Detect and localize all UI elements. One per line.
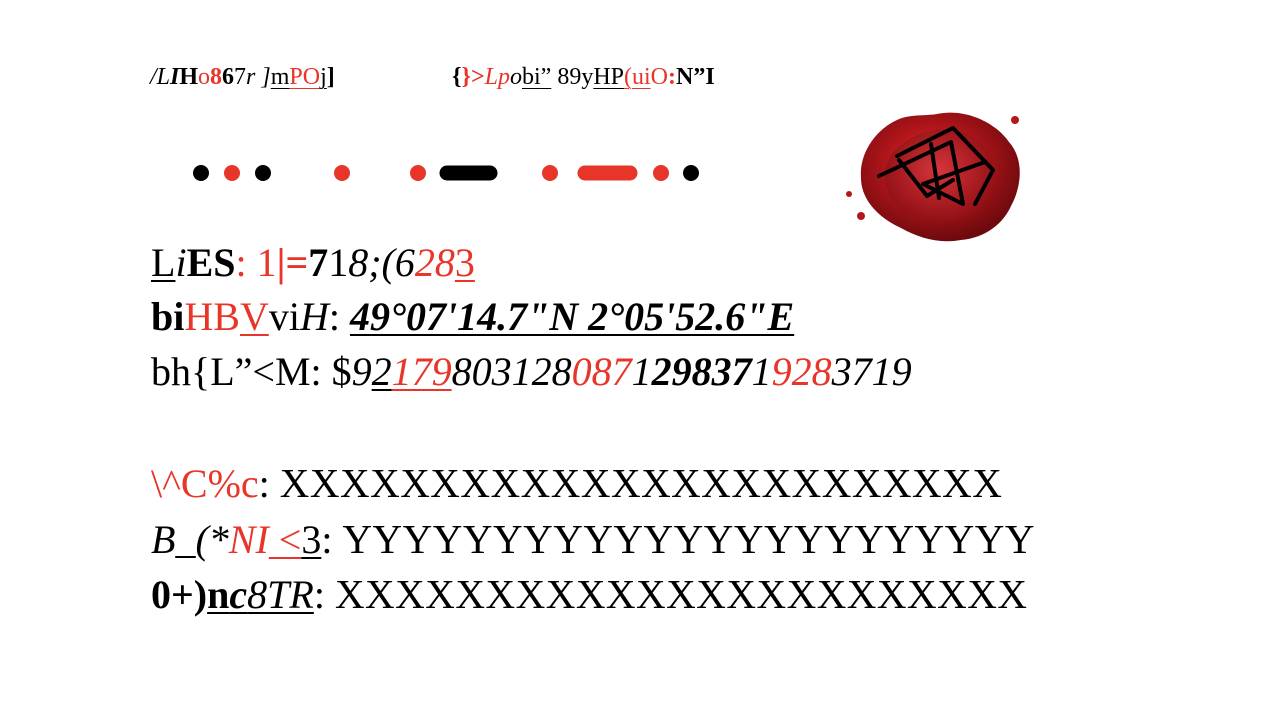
header-right-seg: } (461, 64, 471, 90)
header-right-seg: > (470, 64, 485, 90)
placeholder-value: XXXXXXXXXXXXXXXXXXXXXXXX (279, 460, 1003, 506)
header-right-seg: Lp (484, 64, 510, 90)
morse-dot (334, 165, 350, 181)
header-left-seg: H (179, 64, 199, 90)
text-seg: 1 (751, 349, 772, 394)
morse-dot (224, 165, 240, 181)
text-seg: 0+) (151, 572, 208, 617)
morse-dot (653, 165, 669, 181)
text-seg: 29837 (651, 349, 752, 394)
text-seg: : (328, 294, 350, 339)
header-left-seg: PO (289, 64, 321, 90)
text-seg: 28 (414, 240, 455, 285)
header-right-seg: 89 (551, 64, 582, 90)
text-seg: L (151, 240, 176, 285)
text-seg: : (313, 572, 335, 617)
text-seg: : 1 (235, 240, 277, 285)
header-right-seg: O (650, 64, 669, 90)
text-seg: NI (228, 517, 269, 562)
header-right-seg: ui (632, 64, 651, 90)
text-seg: _(* (175, 517, 229, 562)
text-seg: 179 (391, 349, 452, 394)
header-left-seg: I (170, 64, 180, 90)
header-right-text: {}>Lpobi” 89yHP(uiO:N”I (452, 64, 715, 91)
text-seg: 3 (301, 517, 322, 562)
text-seg: 803128 (451, 349, 572, 394)
line-lies: LiES: 1|=718;(6283 (151, 243, 475, 283)
text-seg: HB (184, 294, 240, 339)
header-right-seg: N”I (676, 64, 715, 90)
header-left-seg: L (156, 64, 171, 90)
header-left-seg: ] (326, 64, 335, 90)
header-left-seg: 7 (234, 64, 247, 90)
header-left-seg: ] (255, 64, 271, 90)
text-seg: V (239, 294, 269, 339)
line-xs-1: \^C%c: XXXXXXXXXXXXXXXXXXXXXXXX (151, 463, 1002, 504)
text-seg: B (151, 517, 176, 562)
morse-dot (683, 165, 699, 181)
text-seg: 087 (571, 349, 632, 394)
text-seg: c (229, 572, 248, 617)
header-right-seg: ( (624, 64, 632, 90)
text-seg: 8TR (247, 572, 314, 617)
header-right-seg: y (581, 64, 594, 90)
text-seg: < (268, 517, 302, 562)
text-seg: 928 (771, 349, 832, 394)
line-ys: B_(*NI <3: YYYYYYYYYYYYYYYYYYYYYYY (151, 519, 1035, 560)
header-right-seg: o (509, 64, 522, 90)
header-left-seg: 6 (222, 64, 235, 90)
text-seg: \^C%c (151, 461, 259, 506)
placeholder-value: XXXXXXXXXXXXXXXXXXXXXXX (334, 571, 1028, 617)
text-seg: i (175, 240, 187, 285)
text-seg: bi (151, 294, 185, 339)
text-seg: vi (268, 294, 300, 339)
text-seg: 9 (351, 349, 372, 394)
text-seg: : (321, 517, 343, 562)
wax-seal-icon (846, 112, 1020, 242)
text-seg: n (207, 572, 230, 617)
text-seg: : (258, 461, 280, 506)
coordinates-value: 49°07'14.7"N 2°05'52.6"E (349, 294, 795, 339)
text-seg: ES (186, 240, 236, 285)
text-seg: 3 (454, 240, 475, 285)
placeholder-value: YYYYYYYYYYYYYYYYYYYYYYY (342, 516, 1035, 562)
text-seg: 8;(6 (348, 240, 415, 285)
header-left-seg: 8 (210, 64, 223, 90)
header-left-seg: o (198, 64, 211, 90)
text-seg: 2 (371, 349, 392, 394)
morse-dot (255, 165, 271, 181)
line-amount: bh{L”<M: $9217980312808712983719283719 (151, 352, 912, 392)
text-seg: = (285, 240, 309, 285)
header-right-seg: : (668, 64, 677, 90)
text-seg: bh{L”<M: $ (151, 349, 352, 394)
header-left-seg: m (270, 64, 290, 90)
header-right-seg: bi (521, 64, 541, 90)
header-left-seg: j (320, 64, 327, 90)
header-right-seg: HP (593, 64, 624, 90)
header-left-seg: / (150, 64, 157, 90)
header-left-seg: r (246, 64, 256, 90)
text-seg: 3719 (831, 349, 912, 394)
header-right-seg: ” (540, 64, 552, 90)
header-left-text: /LIHo867r ]mPOj] (150, 64, 335, 91)
text-seg: 7 (308, 240, 329, 285)
line-coordinates: biHBVviH: 49°07'14.7"N 2°05'52.6"E (151, 297, 794, 337)
morse-dot (193, 165, 209, 181)
morse-dot (542, 165, 558, 181)
text-seg: H (299, 294, 329, 339)
line-xs-2: 0+)nc8TR: XXXXXXXXXXXXXXXXXXXXXXX (151, 574, 1027, 615)
morse-dot (410, 165, 426, 181)
text-seg: 1 (631, 349, 652, 394)
text-seg: 1 (328, 240, 349, 285)
